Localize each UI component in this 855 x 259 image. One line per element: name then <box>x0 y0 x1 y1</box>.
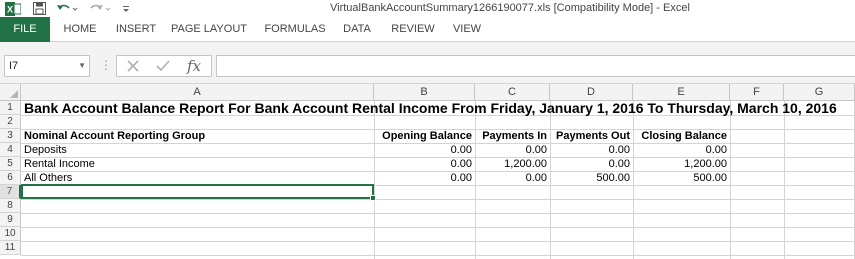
name-box-value: I7 <box>9 60 19 72</box>
formula-buttons: fx <box>116 55 212 77</box>
table-cell[interactable]: 0.00 <box>550 157 633 171</box>
tab-insert[interactable]: INSERT <box>110 17 162 42</box>
column-header-e[interactable]: E <box>633 84 730 101</box>
row-header-5[interactable]: 5 <box>0 157 21 171</box>
tab-home[interactable]: HOME <box>52 17 108 42</box>
tab-data[interactable]: DATA <box>336 17 378 42</box>
document-title: VirtualBankAccountSummary1266190077.xls … <box>330 2 690 14</box>
header-cell-closing-balance[interactable]: Closing Balance <box>633 129 730 143</box>
cancel-icon[interactable] <box>123 57 143 75</box>
tab-view[interactable]: VIEW <box>446 17 488 42</box>
row-header-11[interactable]: 11 <box>0 241 21 255</box>
table-cell[interactable]: 1,200.00 <box>475 157 550 171</box>
title-bar: X VirtualBankAccountSummary1266190077.xl… <box>0 0 855 17</box>
table-cell[interactable]: Rental Income <box>24 157 374 171</box>
table-cell[interactable]: 0.00 <box>475 143 550 157</box>
column-header-b[interactable]: B <box>374 84 475 101</box>
column-header-g[interactable]: G <box>784 84 855 101</box>
row-header-6[interactable]: 6 <box>0 171 21 185</box>
check-icon[interactable] <box>153 57 173 75</box>
formula-bar: I7 ▼ ⋮ fx <box>0 42 855 84</box>
header-cell-opening-balance[interactable]: Opening Balance <box>374 129 475 143</box>
report-title-cell[interactable]: Bank Account Balance Report For Bank Acc… <box>24 101 837 115</box>
table-cell[interactable]: 0.00 <box>374 157 475 171</box>
column-header-c[interactable]: C <box>475 84 550 101</box>
row-header-8[interactable]: 8 <box>0 199 21 213</box>
row-header-9[interactable]: 9 <box>0 213 21 227</box>
row-header-3[interactable]: 3 <box>0 129 21 143</box>
ribbon-tabs: FILE HOME INSERT PAGE LAYOUT FORMULAS DA… <box>0 17 855 42</box>
header-cell-payments-in[interactable]: Payments In <box>475 129 550 143</box>
formula-input[interactable] <box>216 55 855 77</box>
row-header-10[interactable]: 10 <box>0 227 21 241</box>
worksheet-grid[interactable]: A B C D E F G 1 2 3 4 5 6 7 8 9 10 11 Ba… <box>0 84 855 259</box>
column-header-f[interactable]: F <box>730 84 784 101</box>
table-cell[interactable]: 1,200.00 <box>633 157 730 171</box>
table-cell[interactable]: 0.00 <box>374 143 475 157</box>
table-cell[interactable]: 500.00 <box>550 171 633 185</box>
table-cell[interactable]: 500.00 <box>633 171 730 185</box>
row-header-1[interactable]: 1 <box>0 101 21 115</box>
active-cell-selection[interactable] <box>21 184 376 201</box>
table-cell[interactable]: Deposits <box>24 143 374 157</box>
header-cell-payments-out[interactable]: Payments Out <box>550 129 633 143</box>
insert-function-button[interactable]: fx <box>183 57 205 75</box>
chevron-down-icon[interactable]: ▼ <box>78 56 86 76</box>
column-header-a[interactable]: A <box>21 84 374 101</box>
fill-handle[interactable] <box>370 195 376 201</box>
tab-file[interactable]: FILE <box>0 17 50 42</box>
tab-formulas[interactable]: FORMULAS <box>258 17 332 42</box>
select-all-button[interactable] <box>0 84 21 101</box>
table-cell[interactable]: 0.00 <box>374 171 475 185</box>
grip-icon: ⋮ <box>100 58 112 72</box>
name-box[interactable]: I7 ▼ <box>4 55 90 77</box>
table-cell[interactable]: 0.00 <box>633 143 730 157</box>
table-cell[interactable]: 0.00 <box>550 143 633 157</box>
header-cell-group[interactable]: Nominal Account Reporting Group <box>24 129 374 143</box>
table-cell[interactable]: All Others <box>24 171 374 185</box>
table-cell[interactable]: 0.00 <box>475 171 550 185</box>
column-header-d[interactable]: D <box>550 84 633 101</box>
tab-page-layout[interactable]: PAGE LAYOUT <box>166 17 252 42</box>
row-header-7[interactable]: 7 <box>0 185 21 199</box>
row-header-4[interactable]: 4 <box>0 143 21 157</box>
tab-review[interactable]: REVIEW <box>384 17 442 42</box>
row-header-2[interactable]: 2 <box>0 115 21 129</box>
